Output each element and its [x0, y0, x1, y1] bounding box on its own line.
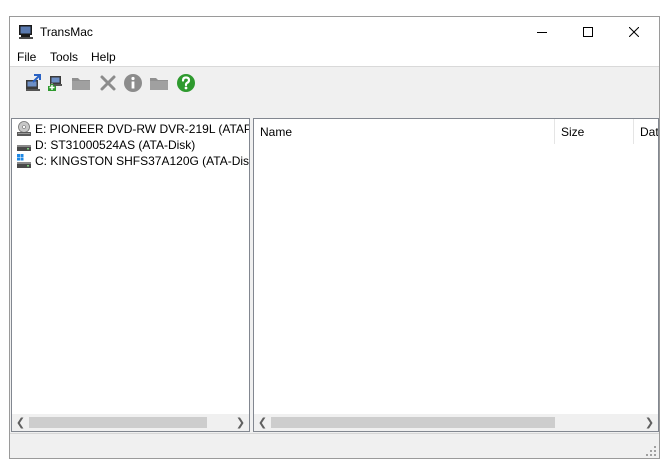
close-button[interactable] [611, 17, 657, 47]
help-icon [177, 74, 195, 92]
file-list-pane: Name Size Date ❮ ❯ [253, 118, 659, 432]
scrollbar-thumb[interactable] [271, 417, 555, 428]
app-window: TransMac File Tools Help E: PIONEER DVD-… [9, 16, 660, 459]
column-header-date[interactable]: Date [634, 119, 658, 144]
tree-item-drive-d[interactable]: D: ST31000524AS (ATA-Disk) [16, 137, 195, 153]
new-folder-button[interactable] [70, 72, 92, 94]
scrollbar-thumb[interactable] [29, 417, 207, 428]
delete-icon [100, 75, 116, 91]
resize-grip-icon[interactable] [646, 445, 656, 456]
new-disk-image-button[interactable] [45, 72, 67, 94]
scroll-right-arrow-icon[interactable]: ❯ [641, 414, 658, 431]
window-title: TransMac [40, 25, 93, 39]
transmac-app-icon [18, 24, 34, 40]
tree-item-label: E: PIONEER DVD-RW DVR-219L (ATAPI-CD) [35, 122, 249, 136]
scroll-left-arrow-icon[interactable]: ❮ [254, 414, 271, 431]
open-disk-image-icon [26, 74, 41, 91]
folder-icon [72, 78, 90, 90]
tree-item-drive-c[interactable]: C: KINGSTON SHFS37A120G (ATA-Disk) [16, 153, 249, 169]
toolbar [10, 68, 659, 116]
info-icon [124, 74, 142, 92]
new-disk-image-icon [48, 76, 62, 91]
info-button[interactable] [122, 72, 144, 94]
column-header-name[interactable]: Name [254, 119, 555, 144]
tree-item-label: C: KINGSTON SHFS37A120G (ATA-Disk) [35, 154, 249, 168]
maximize-button[interactable] [565, 17, 611, 47]
optical-drive-icon [16, 121, 32, 137]
scroll-left-arrow-icon[interactable]: ❮ [12, 414, 29, 431]
open-disk-image-button[interactable] [22, 72, 44, 94]
file-list-header: Name Size Date [254, 119, 658, 144]
tree-item-drive-e[interactable]: E: PIONEER DVD-RW DVR-219L (ATAPI-CD) [16, 121, 249, 137]
menu-tools[interactable]: Tools [48, 50, 80, 64]
title-bar[interactable]: TransMac [10, 17, 659, 47]
minimize-button[interactable] [519, 17, 565, 47]
menu-help[interactable]: Help [89, 50, 118, 64]
windows-drive-icon [16, 153, 32, 169]
file-list-body[interactable] [254, 144, 658, 414]
help-button[interactable] [175, 72, 197, 94]
folder-icon [150, 78, 168, 90]
drive-tree: E: PIONEER DVD-RW DVR-219L (ATAPI-CD) D:… [12, 119, 249, 413]
menu-file[interactable]: File [15, 50, 38, 64]
list-horizontal-scrollbar[interactable]: ❮ ❯ [254, 414, 658, 431]
tree-item-label: D: ST31000524AS (ATA-Disk) [35, 138, 196, 152]
hard-drive-icon [16, 137, 32, 153]
tree-horizontal-scrollbar[interactable]: ❮ ❯ [12, 414, 249, 431]
close-icon [629, 27, 639, 37]
drive-tree-pane: E: PIONEER DVD-RW DVR-219L (ATAPI-CD) D:… [11, 118, 250, 432]
maximize-icon [583, 27, 593, 37]
column-header-size[interactable]: Size [555, 119, 634, 144]
status-bar [10, 433, 659, 458]
minimize-icon [537, 32, 547, 33]
delete-button[interactable] [97, 72, 119, 94]
menu-bar: File Tools Help [10, 47, 659, 67]
open-folder-button[interactable] [148, 72, 170, 94]
scroll-right-arrow-icon[interactable]: ❯ [232, 414, 249, 431]
